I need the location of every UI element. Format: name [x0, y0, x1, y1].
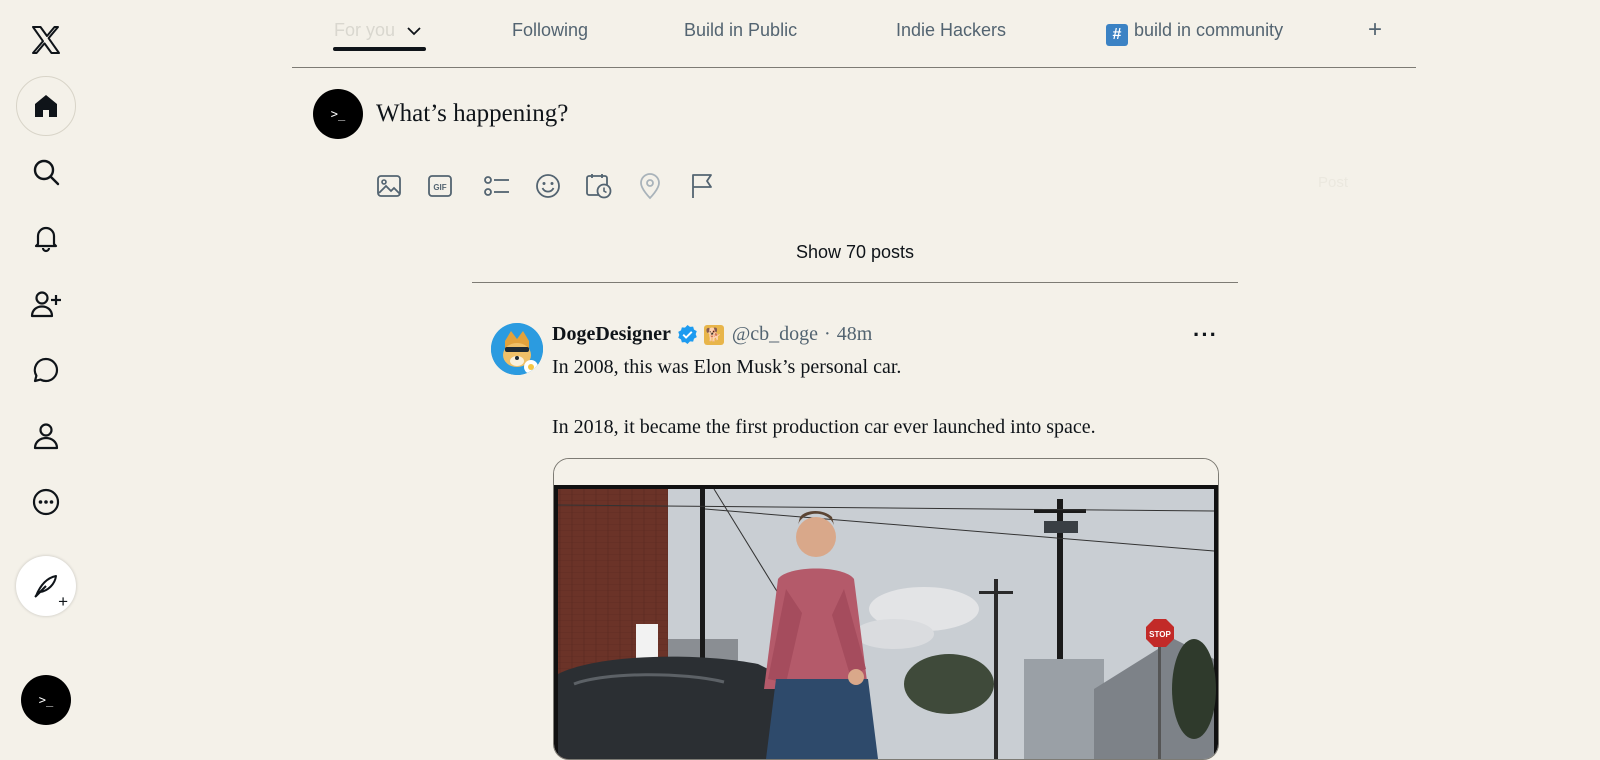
- photo-man-on-car: STOP: [554, 459, 1218, 759]
- flag-icon[interactable]: [688, 172, 716, 200]
- svg-text:GIF: GIF: [433, 183, 446, 192]
- tweet-author-handle[interactable]: @cb_doge: [732, 323, 818, 346]
- tab-indie-hackers[interactable]: Indie Hackers: [896, 20, 1006, 41]
- active-tab-indicator: [333, 47, 426, 51]
- tweet-more-button[interactable]: ···: [1193, 322, 1218, 348]
- messages-icon[interactable]: [16, 340, 76, 400]
- compose-button[interactable]: +: [16, 556, 76, 616]
- notifications-icon[interactable]: [16, 208, 76, 268]
- home-icon[interactable]: [16, 76, 76, 136]
- tweet-author-name[interactable]: DogeDesigner: [552, 323, 671, 346]
- chevron-down-icon: [407, 27, 421, 36]
- tweet-timestamp[interactable]: 48m: [837, 323, 873, 346]
- profile-icon[interactable]: [16, 406, 76, 466]
- post-button[interactable]: Post: [1318, 174, 1348, 191]
- compose-plus: +: [58, 592, 68, 611]
- search-icon[interactable]: [16, 142, 76, 202]
- account-avatar[interactable]: >_: [21, 675, 71, 725]
- separator-dot: ·: [824, 323, 831, 345]
- follow-icon[interactable]: [16, 274, 76, 334]
- compose-input[interactable]: [376, 96, 936, 132]
- tab-build-in-public[interactable]: Build in Public: [684, 20, 797, 41]
- tweet-header: DogeDesigner 🐕 @cb_doge · 48m: [552, 323, 872, 346]
- gif-icon[interactable]: GIF: [426, 172, 454, 200]
- x-logo-icon[interactable]: [16, 10, 76, 70]
- stop-sign-text: STOP: [1149, 630, 1171, 639]
- location-icon[interactable]: [636, 172, 664, 200]
- tweet-text-line: In 2008, this was Elon Musk’s personal c…: [552, 356, 902, 378]
- sidebar: + >_: [0, 0, 92, 745]
- doge-emoji-icon: 🐕: [703, 324, 724, 345]
- compose-icon: [34, 575, 57, 598]
- tab-build-in-community[interactable]: # build in community: [1106, 20, 1283, 46]
- tab-for-you[interactable]: For you: [334, 20, 422, 41]
- hashtag-icon: #: [1106, 24, 1128, 46]
- composer-avatar[interactable]: >_: [313, 89, 363, 139]
- tweet-author-avatar[interactable]: [491, 323, 543, 375]
- tweet-media-image[interactable]: STOP: [553, 458, 1219, 760]
- tab-label: For you: [334, 20, 396, 40]
- poll-icon[interactable]: [483, 172, 511, 200]
- tab-label: build in community: [1134, 20, 1284, 40]
- schedule-icon[interactable]: [585, 172, 613, 200]
- tab-following[interactable]: Following: [512, 20, 588, 41]
- show-new-posts-button[interactable]: Show 70 posts: [472, 236, 1238, 283]
- timeline-tabs: For you Following Build in Public Indie …: [292, 0, 1416, 68]
- tweet-text-line: In 2018, it became the first production …: [552, 416, 1096, 438]
- emoji-icon[interactable]: [534, 172, 562, 200]
- more-icon[interactable]: [16, 472, 76, 532]
- image-icon[interactable]: [375, 172, 403, 200]
- verified-badge-icon: [678, 324, 697, 345]
- add-tab-button[interactable]: +: [1368, 16, 1382, 44]
